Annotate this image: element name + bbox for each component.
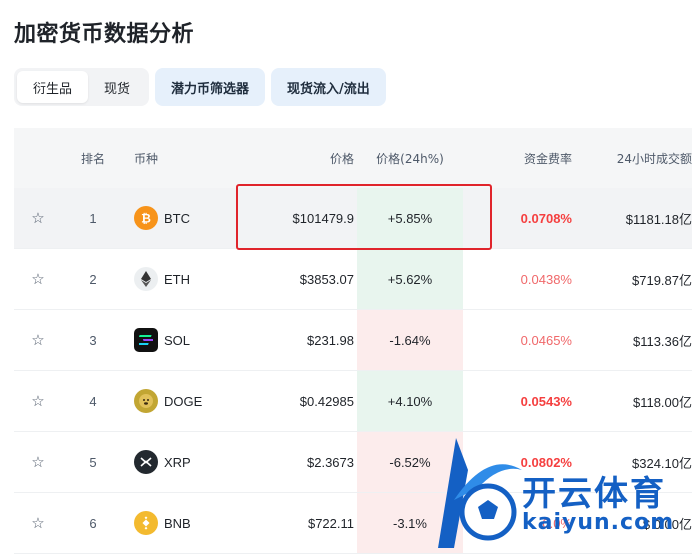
row-coin[interactable]: XRP [134,432,274,492]
star-icon[interactable]: ☆ [31,455,44,470]
toolbar: 衍生品 现货 潜力币筛选器 现货流入/流出 [14,68,386,106]
row-funding-rate: 0.0438% [520,271,572,287]
star-icon[interactable]: ☆ [31,333,44,348]
tab-spot[interactable]: 现货 [88,71,146,103]
row-funding-rate: 0.0% [542,515,572,531]
coin-symbol: ETH [164,271,190,287]
row-funding-rate: 0.0465% [520,332,572,348]
header-volume-24h[interactable]: 24小时成交额 [584,128,692,188]
change-value: +5.85% [387,210,433,226]
row-coin[interactable]: ETH [134,249,274,309]
row-volume: $118.00亿 [632,394,692,410]
row-coin[interactable]: BNB [134,493,274,553]
row-volume: $113.36亿 [632,333,692,349]
change-value: +5.62% [387,271,433,287]
change-value: -1.64% [389,332,431,348]
row-volume: $324.10亿 [632,455,692,471]
tab-derivatives[interactable]: 衍生品 [17,71,89,103]
row-price: $722.11 [307,515,354,531]
coin-symbol: XRP [164,454,191,470]
change-value: -6.52% [389,454,431,470]
header-rank[interactable]: 排名 [76,128,110,188]
row-rank: 6 [89,515,97,531]
row-funding-rate: 0.0708% [520,210,572,226]
row-volume: $1181.18亿 [625,211,692,227]
row-coin[interactable]: DOGE [134,371,274,431]
spot-inflow-outflow-button[interactable]: 现货流入/流出 [271,68,386,106]
market-type-segmented-control: 衍生品 现货 [14,68,150,106]
row-funding-rate: 0.0543% [520,393,572,409]
row-funding-rate: 0.0802% [520,454,572,470]
row-change: +5.62% [357,249,463,309]
header-funding-rate[interactable]: 资金费率 [484,128,572,188]
table-row[interactable]: ☆ 1 ₿ BTC $101479.9 +5.85% 0.0708% $1181… [14,188,692,249]
row-change: +5.85% [357,188,463,248]
star-icon[interactable]: ☆ [31,516,44,531]
table-row[interactable]: ☆ 3 SOL $231.98 -1.64% 0.0465% $113.36亿 [14,310,692,371]
row-rank: 4 [89,393,97,409]
change-value: -3.1% [393,515,427,531]
coin-symbol: SOL [164,332,191,348]
coin-symbol: DOGE [164,393,203,409]
row-rank: 2 [89,271,97,287]
sol-icon [134,328,158,352]
star-icon[interactable]: ☆ [31,272,44,287]
row-volume: $719.87亿 [632,272,692,288]
bnb-icon [134,511,158,535]
row-price: $101479.9 [292,210,354,226]
row-price: $231.98 [307,332,354,348]
row-volume: $ 0.00亿 [642,516,692,532]
row-rank: 5 [89,454,97,470]
table-row[interactable]: ☆ 2 ETH $3853.07 +5.62% 0.0438% $719.87亿 [14,249,692,310]
star-icon[interactable]: ☆ [31,211,44,226]
header-price[interactable]: 价格 [254,128,354,188]
potential-coin-screener-button[interactable]: 潜力币筛选器 [155,68,266,106]
row-coin[interactable]: SOL [134,310,274,370]
row-rank: 3 [89,332,97,348]
star-icon[interactable]: ☆ [31,394,44,409]
table-row[interactable]: ☆ 6 BNB $722.11 -3.1% 0.0% $ 0.00亿 [14,493,692,554]
page-title: 加密货币数据分析 [14,22,195,47]
doge-icon [134,389,158,413]
table-row[interactable]: ☆ 4 DOGE $0.42985 +4.10% 0.0543% $118.00… [14,371,692,432]
header-coin: 币种 [134,151,159,166]
coin-symbol: BNB [164,515,191,531]
change-value: +4.10% [387,393,433,409]
btc-icon: ₿ [134,206,158,230]
header-change[interactable]: 价格(24h%) [357,128,463,188]
svg-text:₿: ₿ [141,212,151,226]
row-change: +4.10% [357,371,463,431]
row-price: $2.3673 [307,454,354,470]
xrp-icon [134,450,158,474]
row-price: $3853.07 [299,271,354,287]
row-coin[interactable]: ₿ BTC [134,188,274,248]
table-header: 排名 币种 价格 价格(24h%) 资金费率 24小时成交额 [14,128,692,188]
table-row[interactable]: ☆ 5 XRP $2.3673 -6.52% 0.0802% $324.10亿 [14,432,692,493]
row-rank: 1 [89,210,97,226]
crypto-table: 排名 币种 价格 价格(24h%) 资金费率 24小时成交额 ☆ 1 ₿ BTC… [14,128,692,554]
coin-symbol: BTC [164,210,190,226]
row-change: -6.52% [357,432,463,492]
row-change: -1.64% [357,310,463,370]
row-change: -3.1% [357,493,463,553]
eth-icon [134,267,158,291]
row-price: $0.42985 [299,393,354,409]
